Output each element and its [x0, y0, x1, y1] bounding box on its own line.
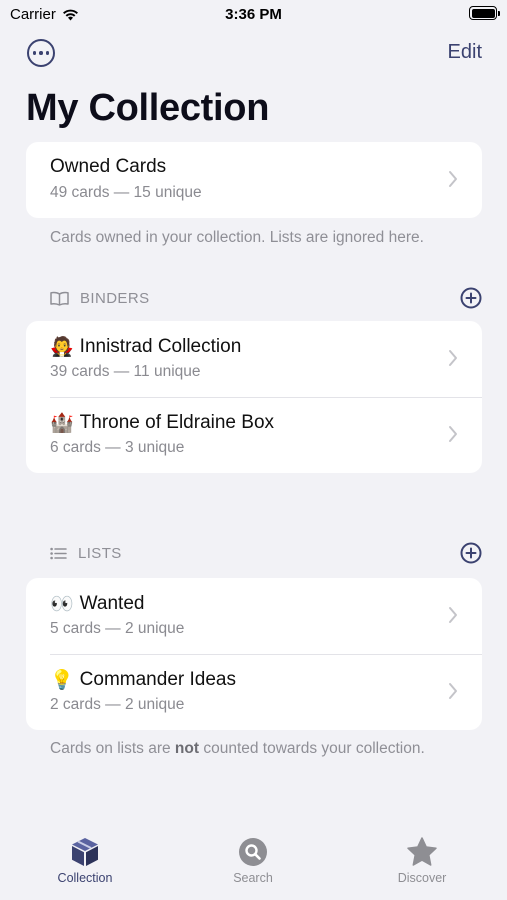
add-list-button[interactable]	[460, 542, 482, 564]
edit-button[interactable]: Edit	[448, 41, 482, 64]
lists-header-label: LISTS	[78, 545, 122, 562]
lightbulb-icon: 💡	[50, 669, 74, 691]
binders-header: BINDERS	[50, 290, 149, 307]
list-title-label: Commander Ideas	[79, 668, 236, 690]
list-subtitle: 5 cards — 2 unique	[50, 620, 185, 637]
lists-card: 👀 Wanted 5 cards — 2 unique 💡 Commander …	[26, 578, 482, 730]
binder-subtitle: 39 cards — 11 unique	[50, 363, 201, 380]
owned-cards-subtitle: 49 cards — 15 unique	[50, 184, 202, 201]
owned-cards-title: Owned Cards	[50, 156, 167, 177]
dot-icon	[32, 51, 37, 55]
list-title: 👀 Wanted	[50, 592, 145, 616]
status-bar: Carrier 3:36 PM	[0, 0, 507, 28]
lists-footnote: Cards on lists are not counted towards y…	[50, 740, 425, 758]
binder-row-eldraine[interactable]: 🏰 Throne of Eldraine Box 6 cards — 3 uni…	[26, 397, 482, 473]
tab-discover[interactable]: Discover	[362, 830, 482, 885]
chevron-right-icon	[449, 426, 457, 442]
tab-discover-label: Discover	[397, 871, 447, 885]
tab-collection[interactable]: Collection	[25, 830, 145, 885]
binder-title-label: Throne of Eldraine Box	[79, 411, 275, 433]
list-title-label: Wanted	[79, 592, 145, 614]
list-row-commander[interactable]: 💡 Commander Ideas 2 cards — 2 unique	[26, 654, 482, 730]
owned-cards-card: Owned Cards 49 cards — 15 unique	[26, 142, 482, 218]
owned-footnote: Cards owned in your collection. Lists ar…	[50, 229, 424, 246]
binder-title-label: Innistrad Collection	[79, 335, 242, 357]
chevron-right-icon	[449, 350, 457, 366]
clock: 3:36 PM	[225, 6, 282, 23]
dot-icon	[45, 51, 50, 55]
chevron-right-icon	[449, 683, 457, 699]
add-binder-button[interactable]	[460, 287, 482, 309]
battery-icon	[469, 6, 500, 20]
page-title: My Collection	[26, 87, 270, 129]
lists-footnote-bold: not	[174, 740, 200, 757]
binders-card: 🧛 Innistrad Collection 39 cards — 11 uni…	[26, 321, 482, 473]
binder-title: 🧛 Innistrad Collection	[50, 335, 242, 359]
tab-bar: Collection Search Discover	[0, 830, 507, 900]
chevron-right-icon	[449, 607, 457, 623]
book-icon	[50, 291, 69, 306]
lists-footnote-pre: Cards on lists are	[50, 740, 175, 757]
more-options-button[interactable]	[27, 39, 55, 67]
tab-collection-label: Collection	[57, 871, 113, 885]
list-icon	[50, 547, 67, 560]
owned-cards-row[interactable]: Owned Cards 49 cards — 15 unique	[26, 142, 482, 218]
box-icon	[72, 838, 98, 866]
list-row-wanted[interactable]: 👀 Wanted 5 cards — 2 unique	[26, 578, 482, 654]
lists-footnote-post: counted towards your collection.	[199, 740, 425, 757]
chevron-right-icon	[449, 171, 457, 187]
vampire-icon: 🧛	[50, 336, 74, 358]
castle-icon: 🏰	[50, 412, 74, 434]
search-icon	[239, 838, 267, 866]
binders-header-label: BINDERS	[80, 290, 150, 307]
tab-search-label: Search	[233, 871, 273, 885]
tab-search[interactable]: Search	[193, 830, 313, 885]
eyes-icon: 👀	[50, 593, 74, 615]
dot-icon	[39, 51, 43, 55]
star-icon	[407, 837, 437, 866]
lists-header: LISTS	[50, 545, 122, 562]
list-title: 💡 Commander Ideas	[50, 668, 236, 692]
binder-row-innistrad[interactable]: 🧛 Innistrad Collection 39 cards — 11 uni…	[26, 321, 482, 397]
binder-title: 🏰 Throne of Eldraine Box	[50, 411, 275, 435]
list-subtitle: 2 cards — 2 unique	[50, 696, 185, 713]
binder-subtitle: 6 cards — 3 unique	[50, 439, 185, 456]
